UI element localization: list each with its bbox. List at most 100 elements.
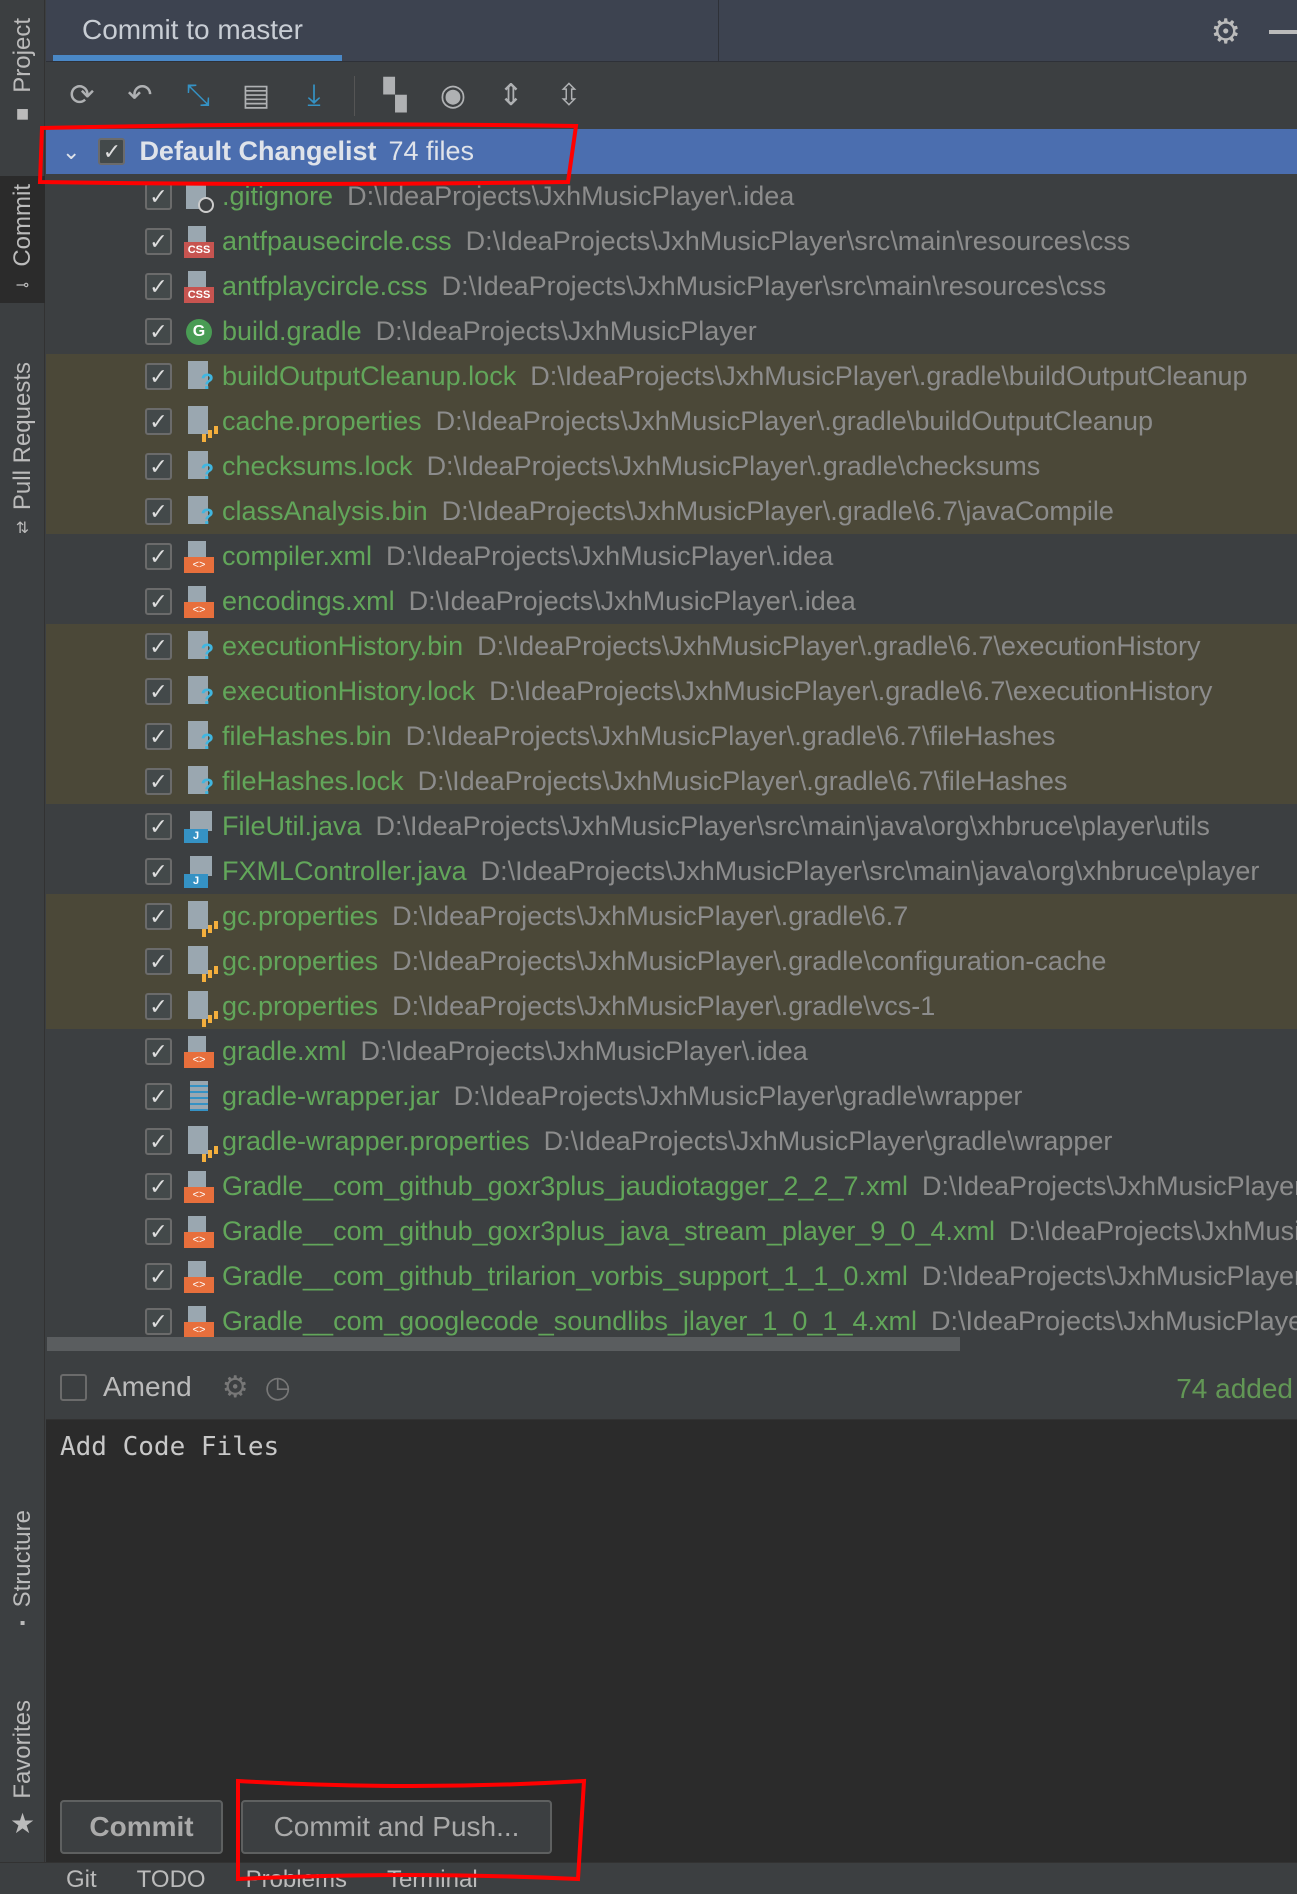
file-row[interactable]: ✓ Gbuild.gradle D:\IdeaProjects\JxhMusicPl… [46, 309, 1297, 354]
file-row[interactable]: ✓? fileHashes.lock D:\IdeaProjects\JxhMusi… [46, 759, 1297, 804]
file-row[interactable]: ✓ J FXMLController.java D:\IdeaProjects\Jxh… [46, 849, 1297, 894]
file-name: gradle.xml [222, 1036, 347, 1066]
file-row[interactable]: ✓ .gitignore D:\IdeaProjects\JxhMusicPlaye… [46, 174, 1297, 219]
file-checkbox[interactable]: ✓ [145, 948, 172, 975]
sidebar-tab-structure[interactable]: Structure ▪ [0, 1510, 45, 1633]
file-row[interactable]: ✓ <> gradle.xml D:\IdeaProjects\JxhMusicPla… [46, 1029, 1297, 1074]
file-path: D:\IdeaProjects\JxhMusicPlayer\.gradle\v… [392, 991, 936, 1021]
file-row[interactable]: ✓ <> Gradle__com_github_trilarion_vorbis_s… [46, 1254, 1297, 1299]
file-row[interactable]: ✓ <> encodings.xml D:\IdeaProjects\JxhMusic… [46, 579, 1297, 624]
file-path: D:\IdeaProjects\JxhMusicPlayer\.gradle\c… [392, 946, 1107, 976]
commit-and-push-button[interactable]: Commit and Push... [241, 1800, 552, 1854]
file-row[interactable]: ✓ gradle-wrapper.properties D:\IdeaProject… [46, 1119, 1297, 1164]
file-row[interactable]: ✓? classAnalysis.bin D:\IdeaProjects\JxhMu… [46, 489, 1297, 534]
file-checkbox[interactable]: ✓ [145, 993, 172, 1020]
file-name: build.gradle [222, 316, 362, 346]
file-path: D:\IdeaProjects\JxhMusicPlayer\src\main\… [441, 271, 1107, 301]
diff-icon[interactable]: ⤡ [180, 78, 216, 114]
file-checkbox[interactable]: ✓ [145, 498, 172, 525]
gear-icon[interactable]: ⚙ [222, 1370, 249, 1405]
file-row[interactable]: ✓ gc.properties D:\IdeaProjects\JxhMusicPl… [46, 939, 1297, 984]
sidebar-tab-favorites[interactable]: Favorites ★ [0, 1700, 45, 1840]
file-row[interactable]: ✓ gradle-wrapper.jar D:\IdeaProjects\JxhMu… [46, 1074, 1297, 1119]
commit-button[interactable]: Commit [60, 1800, 223, 1854]
file-checkbox[interactable]: ✓ [145, 273, 172, 300]
rollback-icon[interactable]: ↶ [122, 78, 158, 114]
file-name: antfplaycircle.css [222, 271, 428, 301]
sidebar-tab-pull-requests[interactable]: Pull Requests ⇅ [0, 362, 45, 538]
file-path: D:\IdeaProjects\JxhMusicPlayer\.gradle\6… [417, 766, 1068, 796]
file-name: fileHashes.lock [222, 766, 404, 796]
file-gradle-icon: G [184, 316, 214, 348]
sidebar-tab-commit[interactable]: Commit ⊸ [0, 176, 45, 303]
group-by-icon[interactable]: ▚ [377, 78, 413, 114]
chevron-down-icon[interactable]: ⌄ [62, 139, 80, 165]
changelist-icon[interactable]: ▤ [238, 78, 274, 114]
file-checkbox[interactable]: ✓ [145, 1083, 172, 1110]
file-path: D:\IdeaProjects\JxhMusicPlayer [921, 1261, 1297, 1291]
horizontal-scrollbar[interactable] [47, 1337, 960, 1351]
sidebar-tab-project[interactable]: Project ■ [0, 18, 45, 127]
file-checkbox[interactable]: ✓ [145, 1218, 172, 1245]
file-name: gc.properties [222, 991, 379, 1021]
file-row[interactable]: ✓? checksums.lock D:\IdeaProjects\JxhMusic… [46, 444, 1297, 489]
file-row[interactable]: ✓? fileHashes.bin D:\IdeaProjects\JxhMusic… [46, 714, 1297, 759]
update-icon[interactable]: ⤓ [296, 78, 332, 114]
file-checkbox[interactable]: ✓ [145, 768, 172, 795]
file-path: D:\IdeaProjects\JxhMusicPlayer\.gradle\b… [530, 361, 1248, 391]
file-checkbox[interactable]: ✓ [145, 1308, 172, 1335]
expand-all-icon[interactable]: ⇕ [493, 78, 529, 114]
file-checkbox[interactable]: ✓ [145, 1173, 172, 1200]
file-checkbox[interactable]: ✓ [145, 633, 172, 660]
file-checkbox[interactable]: ✓ [145, 363, 172, 390]
refresh-icon[interactable]: ⟳ [64, 78, 100, 114]
status-git[interactable]: Git [66, 1866, 97, 1894]
file-checkbox[interactable]: ✓ [145, 1263, 172, 1290]
status-todo[interactable]: TODO [137, 1866, 206, 1894]
file-row[interactable]: ✓ <> Gradle__com_github_goxr3plus_java_str… [46, 1209, 1297, 1254]
file-row[interactable]: ✓ <> Gradle__com_github_goxr3plus_jaudiota… [46, 1164, 1297, 1209]
file-checkbox[interactable]: ✓ [145, 903, 172, 930]
amend-checkbox[interactable] [60, 1373, 87, 1401]
gear-icon[interactable]: ⚙ [1211, 12, 1241, 52]
file-checkbox[interactable]: ✓ [145, 723, 172, 750]
changelist-header[interactable]: ⌄ ✓ Default Changelist 74 files [46, 129, 1297, 174]
file-checkbox[interactable]: ✓ [145, 543, 172, 570]
file-checkbox[interactable]: ✓ [145, 678, 172, 705]
folder-icon: ■ [15, 100, 30, 126]
file-row[interactable]: ✓ gc.properties D:\IdeaProjects\JxhMusicPl… [46, 984, 1297, 1029]
file-name: gradle-wrapper.properties [222, 1126, 530, 1156]
file-row[interactable]: ✓ <> compiler.xml D:\IdeaProjects\JxhMusicP… [46, 534, 1297, 579]
file-checkbox[interactable]: ✓ [145, 408, 172, 435]
file-row[interactable]: ✓ gc.properties D:\IdeaProjects\JxhMusicPl… [46, 894, 1297, 939]
changelist-name: Default Changelist [139, 136, 377, 166]
collapse-all-icon[interactable]: ⇳ [551, 78, 587, 114]
file-row[interactable]: ✓? buildOutputCleanup.lock D:\IdeaProjects… [46, 354, 1297, 399]
status-problems[interactable]: Problems [246, 1866, 347, 1894]
file-row[interactable]: ✓? executionHistory.bin D:\IdeaProjects\Jx… [46, 624, 1297, 669]
tab-commit-to-master[interactable]: Commit to master [82, 14, 303, 46]
view-options-icon[interactable]: ◉ [435, 78, 471, 114]
minimize-icon[interactable] [1269, 30, 1297, 34]
file-checkbox[interactable]: ✓ [145, 318, 172, 345]
history-icon[interactable]: ◷ [265, 1370, 291, 1405]
file-row[interactable]: ✓ CSS antfplaycircle.css D:\IdeaProjects\Jx… [46, 264, 1297, 309]
file-row[interactable]: ✓ cache.properties D:\IdeaProjects\JxhMusi… [46, 399, 1297, 444]
file-checkbox[interactable]: ✓ [145, 1038, 172, 1065]
file-name: executionHistory.lock [222, 676, 476, 706]
status-terminal[interactable]: Terminal [387, 1866, 478, 1894]
file-row[interactable]: ✓? executionHistory.lock D:\IdeaProjects\J… [46, 669, 1297, 714]
file-checkbox[interactable]: ✓ [145, 453, 172, 480]
changelist-checkbox[interactable]: ✓ [98, 138, 126, 165]
file-checkbox[interactable]: ✓ [145, 228, 172, 255]
commit-message-input[interactable]: Add Code Files [46, 1420, 1297, 1862]
file-xml-icon: <> [184, 1035, 214, 1068]
file-checkbox[interactable]: ✓ [145, 588, 172, 615]
file-row[interactable]: ✓ CSS antfpausecircle.css D:\IdeaProjects\J… [46, 219, 1297, 264]
file-checkbox[interactable]: ✓ [145, 1128, 172, 1155]
file-checkbox[interactable]: ✓ [145, 858, 172, 885]
file-checkbox[interactable]: ✓ [145, 183, 172, 210]
file-checkbox[interactable]: ✓ [145, 813, 172, 840]
file-name: .gitignore [222, 181, 334, 211]
file-row[interactable]: ✓ J FileUtil.java D:\IdeaProjects\JxhMusicP… [46, 804, 1297, 849]
